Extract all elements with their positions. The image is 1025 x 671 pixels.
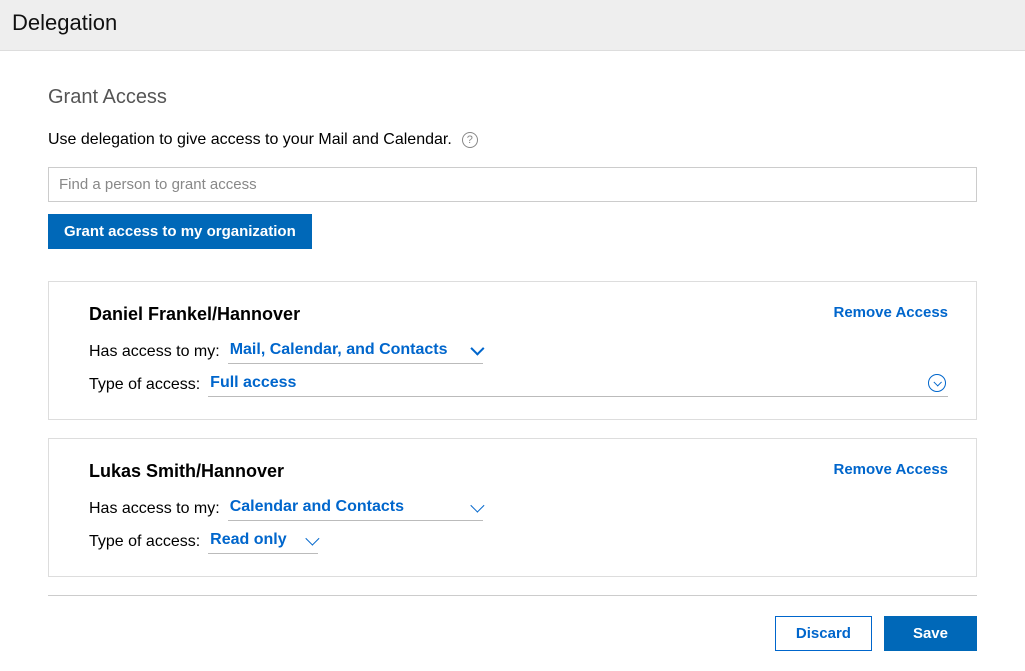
page-title: Delegation xyxy=(12,10,1013,36)
delegate-name: Daniel Frankel/Hannover xyxy=(89,304,300,325)
chevron-down-icon xyxy=(470,499,484,513)
scope-row: Has access to my: Calendar and Contacts xyxy=(89,496,948,521)
type-access-label: Type of access: xyxy=(89,376,200,394)
access-type-dropdown[interactable]: Full access xyxy=(208,372,948,397)
has-access-label: Has access to my: xyxy=(89,500,220,518)
delegate-card: Lukas Smith/Hannover Remove Access Has a… xyxy=(48,438,977,577)
main-content: Grant Access Use delegation to give acce… xyxy=(0,51,1025,671)
chevron-down-circle-icon xyxy=(928,374,946,392)
footer-buttons: Discard Save xyxy=(48,616,977,651)
access-row: Type of access: Read only xyxy=(89,529,948,554)
delegate-card: Daniel Frankel/Hannover Remove Access Ha… xyxy=(48,281,977,420)
delegate-card-header: Daniel Frankel/Hannover Remove Access xyxy=(89,304,948,325)
has-access-label: Has access to my: xyxy=(89,343,220,361)
section-title: Grant Access xyxy=(48,86,977,109)
type-access-label: Type of access: xyxy=(89,533,200,551)
chevron-down-icon xyxy=(306,532,320,546)
remove-access-link[interactable]: Remove Access xyxy=(833,304,948,321)
scope-row: Has access to my: Mail, Calendar, and Co… xyxy=(89,339,948,364)
delegate-card-header: Lukas Smith/Hannover Remove Access xyxy=(89,461,948,482)
description-text: Use delegation to give access to your Ma… xyxy=(48,131,452,149)
remove-access-link[interactable]: Remove Access xyxy=(833,461,948,478)
help-icon[interactable]: ? xyxy=(462,132,478,148)
description-row: Use delegation to give access to your Ma… xyxy=(48,131,977,149)
scope-value: Mail, Calendar, and Contacts xyxy=(230,341,448,359)
search-person-input[interactable] xyxy=(48,167,977,202)
scope-dropdown[interactable]: Calendar and Contacts xyxy=(228,496,483,521)
access-type-dropdown[interactable]: Read only xyxy=(208,529,318,554)
save-button[interactable]: Save xyxy=(884,616,977,651)
separator xyxy=(48,595,977,596)
discard-button[interactable]: Discard xyxy=(775,616,872,651)
chevron-down-icon xyxy=(470,342,484,356)
access-value: Read only xyxy=(210,531,286,549)
access-value: Full access xyxy=(210,374,296,392)
grant-org-button[interactable]: Grant access to my organization xyxy=(48,214,312,249)
scope-value: Calendar and Contacts xyxy=(230,498,404,516)
page-header: Delegation xyxy=(0,0,1025,51)
access-row: Type of access: Full access xyxy=(89,372,948,397)
delegate-name: Lukas Smith/Hannover xyxy=(89,461,284,482)
scope-dropdown[interactable]: Mail, Calendar, and Contacts xyxy=(228,339,483,364)
